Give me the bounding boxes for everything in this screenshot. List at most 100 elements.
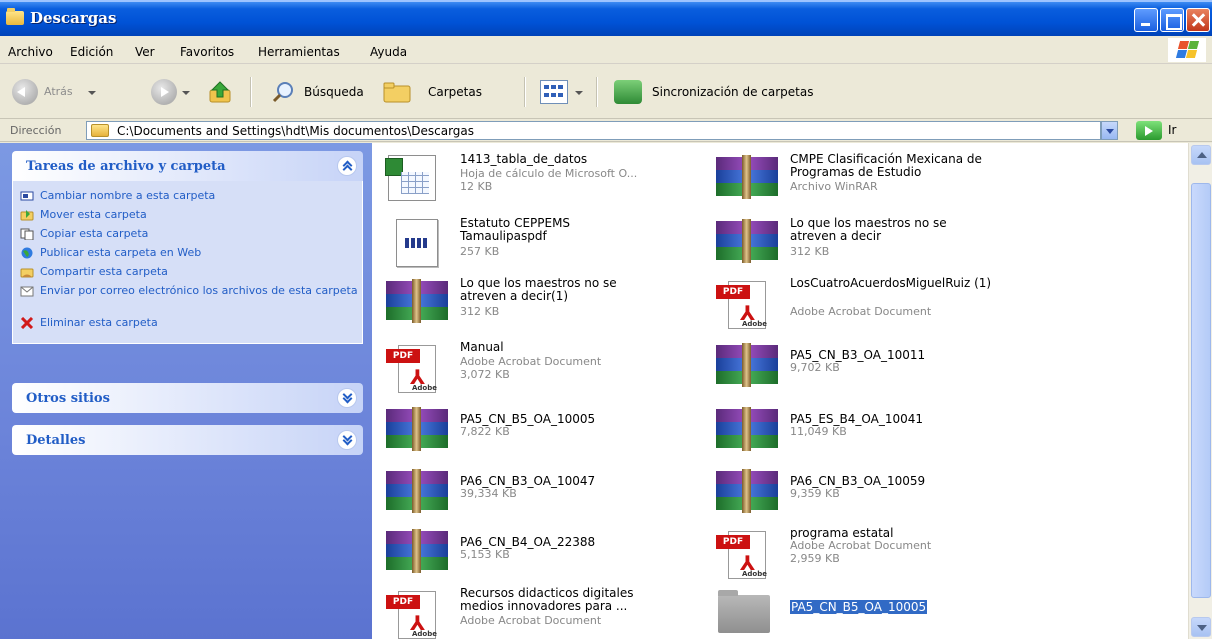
scroll-up-icon[interactable] [1191, 145, 1211, 165]
address-input[interactable]: C:\Documents and Settings\hdt\Mis docume… [86, 121, 1101, 140]
go-arrow-icon[interactable] [1136, 121, 1162, 140]
task-label: Publicar esta carpeta en Web [40, 246, 202, 259]
file-item[interactable]: PA5_ES_B4_OA_10041 11,049 KB [712, 405, 1042, 465]
menu-favoritos[interactable]: Favoritos [180, 45, 234, 59]
file-name: Recursos didacticos digitales medios inn… [460, 586, 634, 613]
winrar-icon [712, 217, 778, 269]
pdf-icon: PDF ⅄ Adobe [382, 587, 444, 639]
file-name: PA5_CN_B3_OA_10011 [790, 348, 926, 362]
folders-button[interactable]: Carpetas [428, 85, 482, 99]
file-item[interactable]: PA5_CN_B3_OA_10011 9,702 KB [712, 341, 1042, 401]
scroll-down-icon[interactable] [1191, 617, 1211, 637]
file-item[interactable]: PA6_CN_B4_OA_22388 5,153 KB [382, 527, 712, 587]
file-size: 39,334 KB [460, 488, 517, 500]
file-item[interactable]: PA5_CN_B5_OA_10005 [712, 587, 1042, 639]
file-size: 7,822 KB [460, 426, 510, 438]
toolbar: Atrás Búsqueda Carpetas Sincronización d… [0, 65, 1212, 119]
close-button[interactable] [1186, 8, 1210, 32]
winrar-icon [712, 341, 778, 393]
back-dropdown-icon[interactable] [88, 91, 96, 95]
file-item[interactable]: CMPE Clasificación Mexicana de Programas… [712, 153, 1042, 213]
details-header[interactable]: Detalles [12, 425, 363, 455]
file-item[interactable]: PA5_CN_B5_OA_10005 7,822 KB [382, 405, 712, 465]
menu-herramientas[interactable]: Herramientas [258, 45, 340, 59]
file-list: 1413_tabla_de_datos Hoja de cálculo de M… [372, 143, 1188, 639]
file-type: Adobe Acrobat Document [790, 306, 932, 318]
file-size: 11,049 KB [790, 426, 847, 438]
folders-icon[interactable] [382, 82, 412, 104]
file-tasks-header[interactable]: Tareas de archivo y carpeta [12, 151, 363, 181]
delete-x-icon [20, 317, 34, 329]
task-rename[interactable]: Cambiar nombre a esta carpeta [13, 187, 362, 206]
task-copy[interactable]: Copiar esta carpeta [13, 225, 362, 244]
task-label: Cambiar nombre a esta carpeta [40, 189, 216, 202]
winrar-icon [382, 277, 448, 329]
address-label: Dirección [10, 124, 62, 137]
other-places-header[interactable]: Otros sitios [12, 383, 363, 413]
file-name: CMPE Clasificación Mexicana de Programas… [790, 152, 982, 179]
sync-button[interactable]: Sincronización de carpetas [652, 85, 813, 99]
address-bar: Dirección C:\Documents and Settings\hdt\… [0, 120, 1212, 142]
file-item[interactable]: PDF ⅄ Adobe LosCuatroAcuerdosMiguelRuiz (1… [712, 277, 1042, 337]
up-folder-icon[interactable] [208, 80, 234, 104]
other-places-title: Otros sitios [26, 391, 110, 406]
menu-ver[interactable]: Ver [135, 45, 155, 59]
file-item[interactable]: PDF ⅄ Adobe Manual Adobe Acrobat Document … [382, 341, 712, 401]
file-item[interactable]: PA6_CN_B3_OA_10047 39,334 KB [382, 467, 712, 527]
explorer-window: Descargas Archivo Edición Ver Favoritos … [0, 0, 1212, 639]
task-share[interactable]: Compartir esta carpeta [13, 263, 362, 282]
file-item[interactable]: 1413_tabla_de_datos Hoja de cálculo de M… [382, 153, 712, 213]
views-icon[interactable] [540, 80, 568, 104]
go-button[interactable]: Ir [1168, 123, 1176, 137]
file-name: LosCuatroAcuerdosMiguelRuiz (1) [790, 276, 992, 290]
search-icon[interactable] [272, 80, 296, 104]
expand-chevron-icon[interactable] [337, 388, 357, 408]
expand-chevron-icon[interactable] [337, 430, 357, 450]
scroll-thumb[interactable] [1191, 183, 1211, 598]
winrar-icon [382, 405, 448, 457]
file-item[interactable]: PDF ⅄ Adobe programa estatal Adobe Acrobat… [712, 527, 1042, 587]
move-folder-icon [20, 210, 34, 221]
file-name: PA5_CN_B5_OA_10005 [460, 412, 596, 426]
search-button[interactable]: Búsqueda [304, 85, 364, 99]
file-item[interactable]: Lo que los maestros no se atreven a deci… [712, 217, 1042, 277]
address-path[interactable]: C:\Documents and Settings\hdt\Mis docume… [117, 124, 474, 138]
task-delete[interactable]: Eliminar esta carpeta [13, 314, 362, 333]
minimize-button[interactable] [1134, 8, 1158, 32]
collapse-chevron-icon[interactable] [337, 156, 357, 176]
pdf-icon: PDF ⅄ Adobe [712, 527, 774, 579]
file-item[interactable]: Estatuto CEPPEMS Tamaulipaspdf 257 KB [382, 217, 712, 277]
maximize-button[interactable] [1160, 8, 1184, 32]
address-dropdown-button[interactable] [1101, 121, 1118, 140]
selected-file-name[interactable]: PA5_CN_B5_OA_10005 [790, 600, 928, 614]
menu-edicion[interactable]: Edición [70, 45, 113, 59]
title-bar[interactable]: Descargas [0, 0, 1212, 36]
folder-icon [6, 8, 24, 25]
menu-ayuda[interactable]: Ayuda [370, 45, 407, 59]
file-tasks-panel: Tareas de archivo y carpeta Cambiar nomb… [12, 151, 363, 344]
task-move[interactable]: Mover esta carpeta [13, 206, 362, 225]
file-size: 312 KB [790, 246, 830, 258]
file-item[interactable]: Lo que los maestros no se atreven a deci… [382, 277, 712, 337]
file-size: 312 KB [460, 306, 500, 318]
vertical-scrollbar[interactable] [1188, 143, 1212, 639]
task-publish-web[interactable]: Publicar esta carpeta en Web [13, 244, 362, 263]
forward-button[interactable] [151, 79, 177, 105]
file-type: Archivo WinRAR [790, 181, 878, 193]
file-name: 1413_tabla_de_datos [460, 152, 588, 166]
folder-icon [712, 587, 774, 639]
file-item[interactable]: PDF ⅄ Adobe Recursos didacticos digitales … [382, 587, 712, 639]
back-label[interactable]: Atrás [44, 85, 73, 98]
file-type: Hoja de cálculo de Microsoft O... [460, 168, 638, 180]
back-button[interactable] [12, 79, 38, 105]
menu-archivo[interactable]: Archivo [8, 45, 53, 59]
forward-dropdown-icon[interactable] [182, 91, 190, 95]
file-name: Manual [460, 340, 504, 354]
views-dropdown-icon[interactable] [575, 91, 583, 95]
windows-logo-icon [1168, 38, 1206, 62]
task-email[interactable]: Enviar por correo electrónico los archiv… [13, 282, 362, 314]
toolbar-separator [596, 77, 597, 107]
pdf-icon: PDF ⅄ Adobe [382, 341, 444, 393]
file-item[interactable]: PA6_CN_B3_OA_10059 9,359 KB [712, 467, 1042, 527]
sync-icon[interactable] [614, 80, 642, 104]
